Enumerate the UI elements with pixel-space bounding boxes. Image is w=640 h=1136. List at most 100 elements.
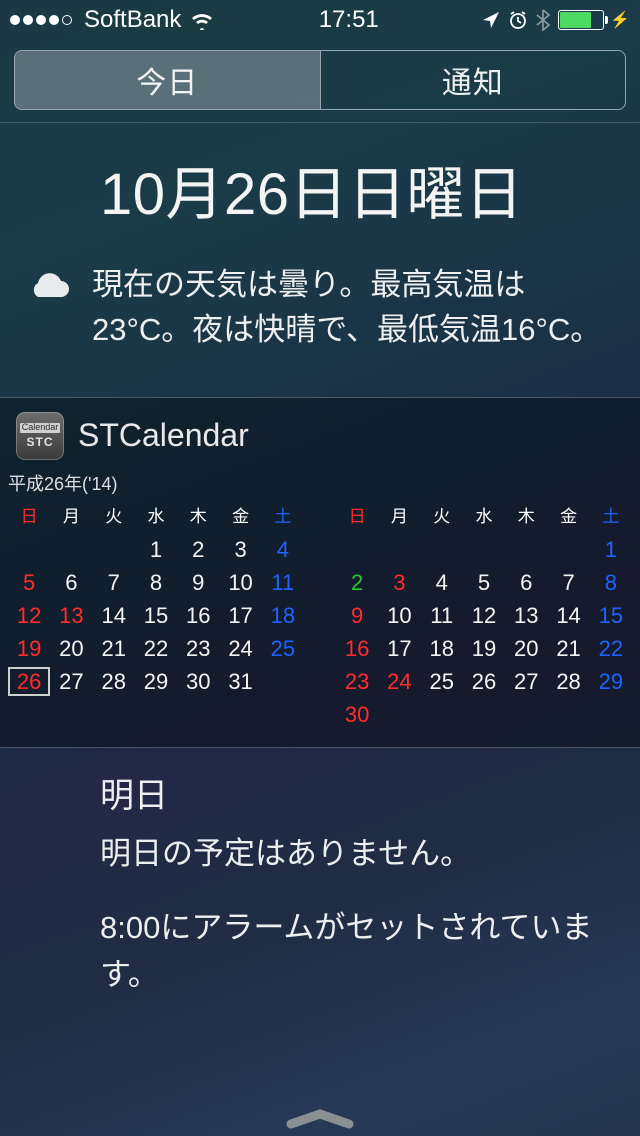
- signal-strength-icon: [10, 15, 72, 25]
- calendar-day[interactable]: 6: [505, 568, 547, 597]
- calendar-day[interactable]: 21: [93, 634, 135, 663]
- calendar-day[interactable]: 18: [421, 634, 463, 663]
- calendar-day[interactable]: 4: [262, 535, 304, 564]
- status-left: SoftBank: [10, 6, 215, 34]
- calendar-day[interactable]: 13: [50, 601, 92, 630]
- calendar-day[interactable]: 19: [8, 634, 50, 663]
- calendar-day[interactable]: 14: [93, 601, 135, 630]
- alarm-icon: [508, 10, 528, 30]
- calendar-day[interactable]: 13: [505, 601, 547, 630]
- icon-text-bottom: STC: [27, 436, 54, 449]
- cloud-icon: [22, 263, 72, 303]
- tab-notifications[interactable]: 通知: [320, 51, 626, 109]
- calendar-day[interactable]: 9: [177, 568, 219, 597]
- calendar-day[interactable]: 26: [8, 667, 50, 696]
- calendar-day[interactable]: 10: [219, 568, 261, 597]
- calendar-day[interactable]: 6: [50, 568, 92, 597]
- location-icon: [482, 11, 500, 29]
- dow-label: 金: [547, 500, 589, 529]
- calendar-day[interactable]: 9: [336, 601, 378, 630]
- calendar-day[interactable]: 20: [50, 634, 92, 663]
- calendar-day[interactable]: 21: [547, 634, 589, 663]
- status-bar: SoftBank 17:51 ⚡: [0, 0, 640, 40]
- calendar-day[interactable]: 11: [262, 568, 304, 597]
- dow-label: 日: [8, 500, 50, 529]
- calendar-day[interactable]: 30: [177, 667, 219, 696]
- calendar-day[interactable]: 3: [219, 535, 261, 564]
- calendar-day[interactable]: 23: [177, 634, 219, 663]
- calendar-day[interactable]: 22: [135, 634, 177, 663]
- tomorrow-alarm: 8:00にアラームがセットされています。: [100, 905, 612, 998]
- calendar-day[interactable]: 7: [93, 568, 135, 597]
- dow-label: 金: [219, 500, 261, 529]
- calendar-day[interactable]: 5: [463, 568, 505, 597]
- calendar-day[interactable]: 27: [505, 667, 547, 696]
- calendar-day[interactable]: 17: [219, 601, 261, 630]
- dow-label: 土: [590, 500, 632, 529]
- calendar-day[interactable]: 29: [135, 667, 177, 696]
- calendar-day[interactable]: 31: [219, 667, 261, 696]
- calendar-day[interactable]: 1: [590, 535, 632, 564]
- calendar-day[interactable]: 26: [463, 667, 505, 696]
- dow-label: 火: [421, 500, 463, 529]
- calendar-day[interactable]: 23: [336, 667, 378, 696]
- tomorrow-heading: 明日: [0, 748, 640, 831]
- calendar-day[interactable]: 16: [177, 601, 219, 630]
- dow-label: 月: [50, 500, 92, 529]
- calendar-day[interactable]: 12: [8, 601, 50, 630]
- calendar-day[interactable]: 8: [590, 568, 632, 597]
- calendar-day[interactable]: 19: [463, 634, 505, 663]
- calendar-day[interactable]: 24: [219, 634, 261, 663]
- pull-handle-icon[interactable]: [285, 1108, 355, 1130]
- calendar-day[interactable]: 10: [378, 601, 420, 630]
- widget-title: STCalendar: [78, 417, 249, 454]
- calendar-day[interactable]: 2: [177, 535, 219, 564]
- calendar-day[interactable]: 30: [336, 700, 378, 729]
- status-right: ⚡: [482, 9, 630, 31]
- stcalendar-app-icon[interactable]: Calendar STC: [16, 412, 64, 460]
- calendar-day[interactable]: 22: [590, 634, 632, 663]
- icon-text-top: Calendar: [20, 423, 61, 432]
- calendar-day[interactable]: 18: [262, 601, 304, 630]
- charging-icon: ⚡: [610, 10, 630, 30]
- calendar-day[interactable]: 25: [421, 667, 463, 696]
- calendar-day[interactable]: 25: [262, 634, 304, 663]
- dow-label: 日: [336, 500, 378, 529]
- dow-label: 木: [505, 500, 547, 529]
- carrier-label: SoftBank: [84, 6, 181, 34]
- dow-label: 水: [135, 500, 177, 529]
- calendar-day[interactable]: 24: [378, 667, 420, 696]
- calendar-two-month: 日月火水木金土 12345678910111213141516171819202…: [0, 500, 640, 747]
- tab-today[interactable]: 今日: [15, 51, 320, 109]
- calendar-day[interactable]: 17: [378, 634, 420, 663]
- calendar-day[interactable]: 8: [135, 568, 177, 597]
- calendar-month-right[interactable]: 日月火水木金土 12345678910111213141516171819202…: [336, 500, 632, 729]
- dow-label: 火: [93, 500, 135, 529]
- calendar-day[interactable]: 16: [336, 634, 378, 663]
- era-year-label: 平成26年('14): [0, 470, 640, 500]
- calendar-day[interactable]: 20: [505, 634, 547, 663]
- calendar-month-left[interactable]: 日月火水木金土 12345678910111213141516171819202…: [8, 500, 304, 729]
- calendar-day[interactable]: 4: [421, 568, 463, 597]
- calendar-day[interactable]: 1: [135, 535, 177, 564]
- calendar-day[interactable]: 28: [93, 667, 135, 696]
- calendar-day[interactable]: 5: [8, 568, 50, 597]
- calendar-day[interactable]: 12: [463, 601, 505, 630]
- calendar-day[interactable]: 28: [547, 667, 589, 696]
- calendar-day[interactable]: 2: [336, 568, 378, 597]
- calendar-day[interactable]: 29: [590, 667, 632, 696]
- calendar-day[interactable]: 14: [547, 601, 589, 630]
- calendar-day[interactable]: 27: [50, 667, 92, 696]
- dow-label: 月: [378, 500, 420, 529]
- calendar-day[interactable]: 7: [547, 568, 589, 597]
- dow-label: 土: [262, 500, 304, 529]
- calendar-day[interactable]: 15: [590, 601, 632, 630]
- calendar-day[interactable]: 15: [135, 601, 177, 630]
- calendar-day[interactable]: 3: [378, 568, 420, 597]
- calendar-day[interactable]: 11: [421, 601, 463, 630]
- clock: 17:51: [319, 6, 379, 34]
- tomorrow-no-events: 明日の予定はありません。: [100, 831, 612, 878]
- bluetooth-icon: [536, 9, 550, 31]
- weather-text: 現在の天気は曇り。最高気温は23°C。夜は快晴で、最低気温16°C。: [92, 263, 612, 353]
- date-heading: 10月26日日曜日: [0, 123, 640, 263]
